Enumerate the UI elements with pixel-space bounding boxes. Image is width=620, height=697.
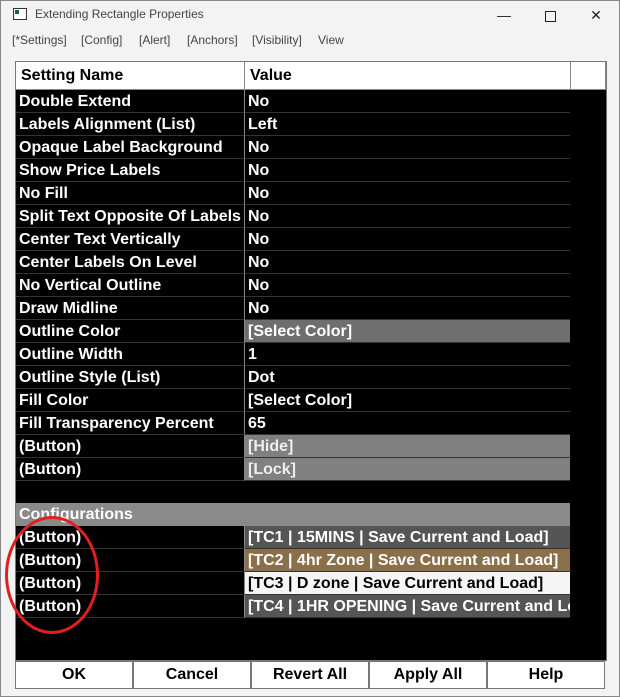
menu-anchors[interactable]: [Anchors]	[187, 33, 238, 47]
config-row[interactable]: (Button) [TC1 | 15MINS | Save Current and…	[16, 526, 606, 549]
setting-row[interactable]: Show Price Labels No	[16, 159, 606, 182]
setting-row[interactable]: Split Text Opposite Of Labels No	[16, 205, 606, 228]
config-name-cell[interactable]: (Button)	[16, 549, 244, 572]
apply-all-button[interactable]: Apply All	[369, 661, 487, 689]
setting-name-cell[interactable]: (Button)	[16, 435, 244, 458]
menu-view[interactable]: View	[318, 33, 344, 47]
setting-row[interactable]: Double Extend No	[16, 90, 606, 113]
setting-value-cell[interactable]: Dot	[244, 366, 570, 389]
setting-name-cell[interactable]: Fill Color	[16, 389, 244, 412]
setting-row[interactable]: (Button) [Lock]	[16, 458, 606, 481]
section-configurations: Configurations	[16, 503, 570, 526]
setting-name-cell[interactable]: Double Extend	[16, 90, 244, 113]
setting-value-cell[interactable]: No	[244, 136, 570, 159]
setting-row[interactable]: Opaque Label Background No	[16, 136, 606, 159]
setting-name-cell[interactable]: Center Text Vertically	[16, 228, 244, 251]
footer-buttons: OK Cancel Revert All Apply All Help	[15, 661, 607, 689]
revert-all-button[interactable]: Revert All	[251, 661, 369, 689]
setting-row[interactable]: Center Labels On Level No	[16, 251, 606, 274]
setting-name-cell[interactable]: Outline Width	[16, 343, 244, 366]
setting-row[interactable]: Outline Color [Select Color]	[16, 320, 606, 343]
setting-name-cell[interactable]: Outline Style (List)	[16, 366, 244, 389]
menu-settings[interactable]: [*Settings]	[12, 33, 67, 47]
setting-row[interactable]: Outline Style (List) Dot	[16, 366, 606, 389]
setting-value-cell[interactable]: No	[244, 251, 570, 274]
window-title: Extending Rectangle Properties	[35, 7, 204, 21]
properties-window: Extending Rectangle Properties — ✕ [*Set…	[0, 0, 620, 697]
setting-name-cell[interactable]: Fill Transparency Percent	[16, 412, 244, 435]
menu-alert[interactable]: [Alert]	[139, 33, 170, 47]
setting-name-cell[interactable]: Outline Color	[16, 320, 244, 343]
cancel-button[interactable]: Cancel	[133, 661, 251, 689]
help-button[interactable]: Help	[487, 661, 605, 689]
column-header-setting-name[interactable]: Setting Name	[16, 62, 245, 90]
config-name-cell[interactable]: (Button)	[16, 572, 244, 595]
setting-value-cell[interactable]: No	[244, 90, 570, 113]
setting-row[interactable]: Fill Color [Select Color]	[16, 389, 606, 412]
settings-grid: Setting Name Value Configurations Double…	[15, 61, 607, 661]
setting-value-cell[interactable]: No	[244, 159, 570, 182]
app-icon	[13, 8, 27, 20]
column-header-extra	[571, 62, 606, 90]
setting-row[interactable]: No Vertical Outline No	[16, 274, 606, 297]
config-value-cell[interactable]: [TC4 | 1HR OPENING | Save Current and Lo…	[244, 595, 570, 618]
setting-row[interactable]: Center Text Vertically No	[16, 228, 606, 251]
config-value-cell[interactable]: [TC1 | 15MINS | Save Current and Load]	[244, 526, 570, 549]
config-row[interactable]: (Button) [TC2 | 4hr Zone | Save Current a…	[16, 549, 606, 572]
setting-name-cell[interactable]: (Button)	[16, 458, 244, 481]
setting-name-cell[interactable]: Show Price Labels	[16, 159, 244, 182]
setting-name-cell[interactable]: Labels Alignment (List)	[16, 113, 244, 136]
config-name-cell[interactable]: (Button)	[16, 595, 244, 618]
config-value-cell[interactable]: [TC2 | 4hr Zone | Save Current and Load]	[244, 549, 570, 572]
config-name-cell[interactable]: (Button)	[16, 526, 244, 549]
setting-name-cell[interactable]: No Fill	[16, 182, 244, 205]
setting-value-cell[interactable]: [Select Color]	[244, 320, 570, 343]
title-bar[interactable]: Extending Rectangle Properties — ✕	[1, 1, 619, 29]
config-value-cell[interactable]: [TC3 | D zone | Save Current and Load]	[244, 572, 570, 595]
setting-value-cell[interactable]: 1	[244, 343, 570, 366]
setting-value-cell[interactable]: [Lock]	[244, 458, 570, 481]
menu-bar: [*Settings] [Config] [Alert] [Anchors] […	[1, 31, 619, 49]
menu-visibility[interactable]: [Visibility]	[252, 33, 302, 47]
setting-value-cell[interactable]: 65	[244, 412, 570, 435]
setting-value-cell[interactable]: No	[244, 205, 570, 228]
setting-row[interactable]: Draw Midline No	[16, 297, 606, 320]
close-button[interactable]: ✕	[573, 1, 619, 29]
column-header-value[interactable]: Value	[245, 62, 571, 90]
setting-value-cell[interactable]: [Select Color]	[244, 389, 570, 412]
setting-name-cell[interactable]: No Vertical Outline	[16, 274, 244, 297]
setting-row[interactable]: Fill Transparency Percent 65	[16, 412, 606, 435]
setting-row[interactable]: Labels Alignment (List) Left	[16, 113, 606, 136]
setting-name-cell[interactable]: Draw Midline	[16, 297, 244, 320]
minimize-button[interactable]: —	[481, 1, 527, 29]
setting-value-cell[interactable]: [Hide]	[244, 435, 570, 458]
setting-name-cell[interactable]: Split Text Opposite Of Labels	[16, 205, 244, 228]
setting-value-cell[interactable]: Left	[244, 113, 570, 136]
maximize-icon	[544, 10, 556, 22]
setting-value-cell[interactable]: No	[244, 228, 570, 251]
config-row[interactable]: (Button) [TC3 | D zone | Save Current and…	[16, 572, 606, 595]
config-row[interactable]: (Button) [TC4 | 1HR OPENING | Save Curren…	[16, 595, 606, 618]
setting-value-cell[interactable]: No	[244, 182, 570, 205]
setting-value-cell[interactable]: No	[244, 297, 570, 320]
menu-config[interactable]: [Config]	[81, 33, 122, 47]
ok-button[interactable]: OK	[15, 661, 133, 689]
maximize-button[interactable]	[527, 1, 573, 29]
setting-row[interactable]: No Fill No	[16, 182, 606, 205]
setting-name-cell[interactable]: Opaque Label Background	[16, 136, 244, 159]
setting-name-cell[interactable]: Center Labels On Level	[16, 251, 244, 274]
setting-row[interactable]: Outline Width 1	[16, 343, 606, 366]
setting-row[interactable]: (Button) [Hide]	[16, 435, 606, 458]
setting-value-cell[interactable]: No	[244, 274, 570, 297]
